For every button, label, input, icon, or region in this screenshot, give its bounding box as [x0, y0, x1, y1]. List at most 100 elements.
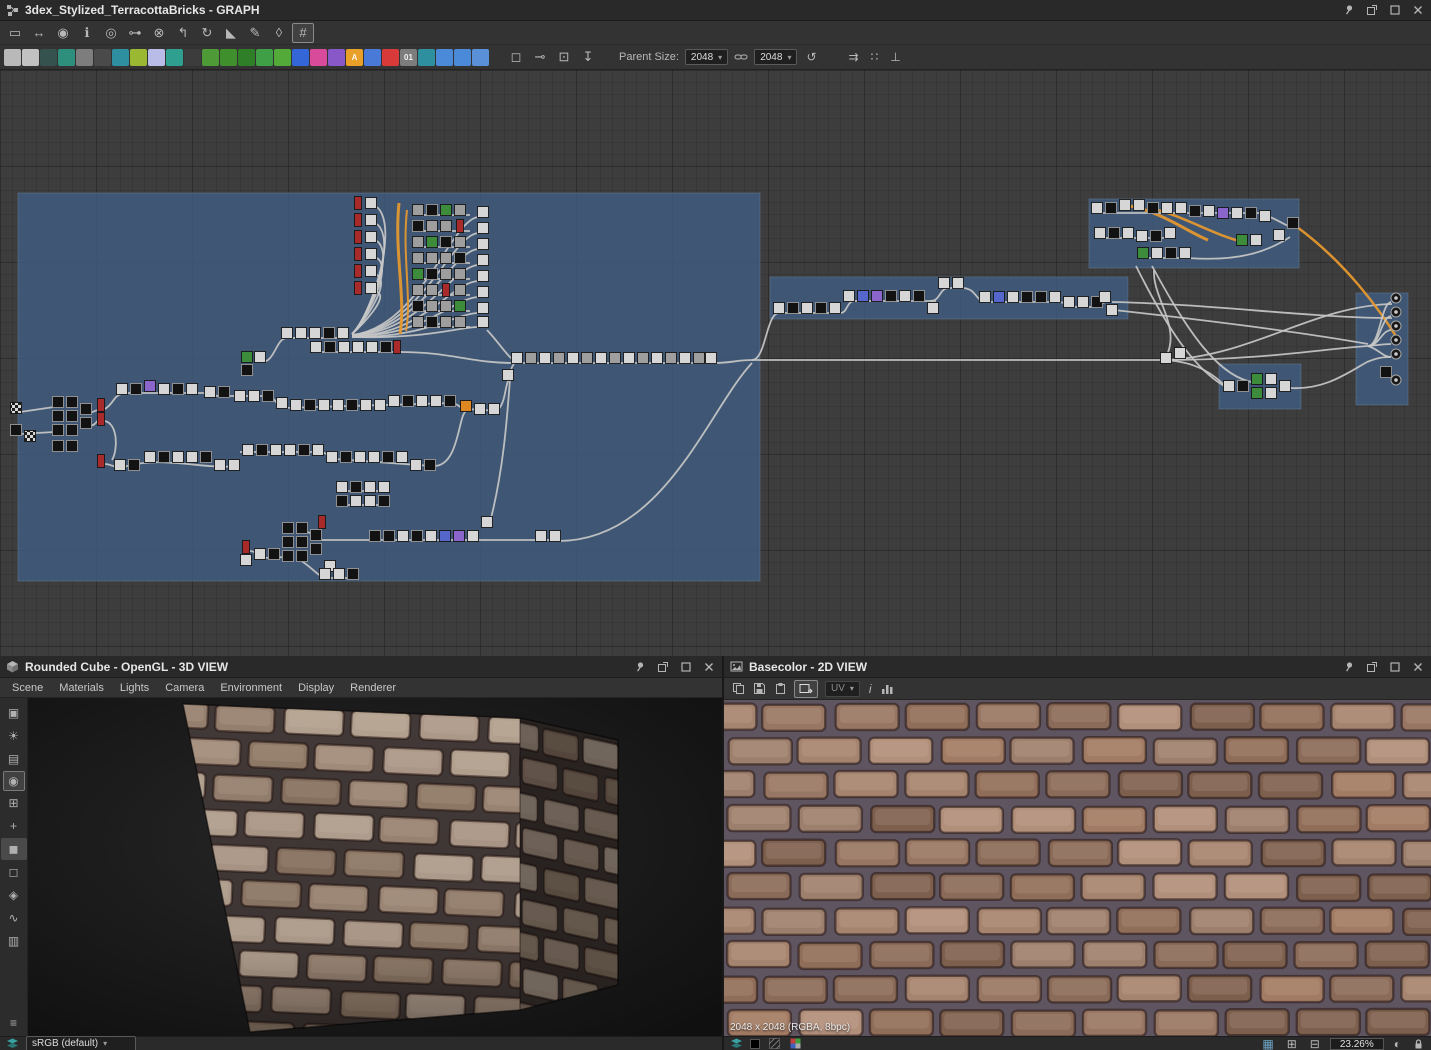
- graph-node[interactable]: [477, 302, 489, 314]
- graph-node[interactable]: [1063, 296, 1075, 308]
- graph-node[interactable]: [477, 254, 489, 266]
- graph-node[interactable]: [128, 459, 140, 471]
- graph-frame[interactable]: [17, 192, 761, 582]
- graph-node[interactable]: [354, 264, 362, 278]
- graph-node[interactable]: [365, 265, 377, 277]
- pin-node-icon[interactable]: ↧: [577, 47, 599, 67]
- geometry-cube-icon[interactable]: ◼: [0, 838, 27, 860]
- graph-node[interactable]: [595, 352, 607, 364]
- graph-node[interactable]: [310, 543, 322, 555]
- graph-node[interactable]: [460, 400, 472, 412]
- graph-node[interactable]: [885, 290, 897, 302]
- float-window-icon[interactable]: [1365, 3, 1379, 17]
- graph-node[interactable]: [10, 402, 22, 414]
- graph-node[interactable]: [637, 352, 649, 364]
- graph-node[interactable]: [412, 204, 424, 216]
- graph-node[interactable]: [938, 277, 950, 289]
- graph-node[interactable]: [116, 383, 128, 395]
- levels-node-icon[interactable]: [76, 48, 93, 66]
- graph-node[interactable]: [440, 268, 452, 280]
- graph-node[interactable]: [296, 550, 308, 562]
- output-size-select[interactable]: 2048 ▾: [754, 49, 798, 65]
- zoom-tool-icon[interactable]: ◎: [100, 23, 122, 43]
- graph-node[interactable]: [374, 399, 386, 411]
- graph-node[interactable]: [248, 390, 260, 402]
- graph-node[interactable]: [97, 412, 105, 426]
- graph-node[interactable]: [829, 302, 841, 314]
- graph-node[interactable]: [1179, 247, 1191, 259]
- tile-sampler-node-icon[interactable]: [292, 48, 309, 66]
- graph-node[interactable]: [323, 327, 335, 339]
- graph-node[interactable]: [360, 399, 372, 411]
- graph-node[interactable]: [871, 290, 883, 302]
- maximize-icon[interactable]: [1388, 3, 1402, 17]
- graph-node[interactable]: [979, 291, 991, 303]
- noise-node-icon[interactable]: [202, 48, 219, 66]
- graph-node[interactable]: [340, 451, 352, 463]
- menu-lights[interactable]: Lights: [112, 682, 157, 694]
- graph-node[interactable]: [440, 252, 452, 264]
- graph-node[interactable]: [1223, 380, 1235, 392]
- graph-node[interactable]: [242, 540, 250, 554]
- graph-node[interactable]: [368, 451, 380, 463]
- graph-node[interactable]: [346, 399, 358, 411]
- info-icon[interactable]: i: [867, 682, 874, 696]
- graph-node[interactable]: [477, 222, 489, 234]
- background-swatch[interactable]: [750, 1038, 760, 1049]
- pin-icon[interactable]: [633, 660, 647, 674]
- graph-node[interactable]: [815, 302, 827, 314]
- graph-node[interactable]: [488, 403, 500, 415]
- image-input-node-icon[interactable]: [22, 48, 39, 66]
- graph-node[interactable]: [186, 451, 198, 463]
- splatter-node-icon[interactable]: [310, 48, 327, 66]
- graph-node[interactable]: [66, 410, 78, 422]
- grid-snap-tool-icon[interactable]: #: [292, 22, 314, 43]
- gradient-node-icon[interactable]: [94, 48, 111, 66]
- graph-node[interactable]: [1119, 199, 1131, 211]
- graph-node[interactable]: [426, 268, 438, 280]
- graph-node[interactable]: [1236, 234, 1248, 246]
- graph-node[interactable]: [24, 430, 36, 442]
- graph-node[interactable]: [365, 231, 377, 243]
- graph-node[interactable]: [511, 352, 523, 364]
- pin-icon[interactable]: [1342, 3, 1356, 17]
- graph-node[interactable]: [1147, 202, 1159, 214]
- graph-node[interactable]: [284, 444, 296, 456]
- comment-icon[interactable]: ◻: [505, 47, 527, 67]
- graph-node[interactable]: [1165, 247, 1177, 259]
- graph-node[interactable]: [623, 352, 635, 364]
- graph-node[interactable]: [282, 536, 294, 548]
- graph-node[interactable]: [369, 530, 381, 542]
- graph-node[interactable]: [347, 568, 359, 580]
- graph-node[interactable]: [1007, 291, 1019, 303]
- graph-node[interactable]: [454, 252, 466, 264]
- graph-node[interactable]: [535, 530, 547, 542]
- graph-node[interactable]: [1108, 227, 1120, 239]
- panel-node-icon[interactable]: [418, 48, 435, 66]
- graph-node[interactable]: [262, 390, 274, 402]
- pine-node-icon[interactable]: [238, 48, 255, 66]
- graph-node[interactable]: [80, 403, 92, 415]
- pin-icon[interactable]: [1342, 660, 1356, 674]
- graph-node[interactable]: [1237, 380, 1249, 392]
- transform-overlay-icon[interactable]: ⊞: [1284, 1037, 1300, 1050]
- graph-node[interactable]: [254, 351, 266, 363]
- curve-node-icon[interactable]: [130, 48, 147, 66]
- maximize-icon[interactable]: [1388, 660, 1402, 674]
- graph-node[interactable]: [296, 522, 308, 534]
- graph-node[interactable]: [338, 341, 350, 353]
- menu-materials[interactable]: Materials: [51, 682, 112, 694]
- graph-node[interactable]: [1137, 247, 1149, 259]
- graph-node[interactable]: [1259, 210, 1271, 222]
- graph-node[interactable]: [1250, 234, 1262, 246]
- triangle-node-icon[interactable]: [274, 48, 291, 66]
- graph-node[interactable]: [228, 459, 240, 471]
- graph-node[interactable]: [1106, 304, 1118, 316]
- graph-node[interactable]: [440, 316, 452, 328]
- graph-node[interactable]: [318, 515, 326, 529]
- viewport-3d[interactable]: [28, 698, 722, 1036]
- graph-node[interactable]: [1189, 205, 1201, 217]
- hsl-node-icon[interactable]: [166, 48, 183, 66]
- float-window-icon[interactable]: [1365, 660, 1379, 674]
- value-node-icon[interactable]: 01: [400, 48, 417, 66]
